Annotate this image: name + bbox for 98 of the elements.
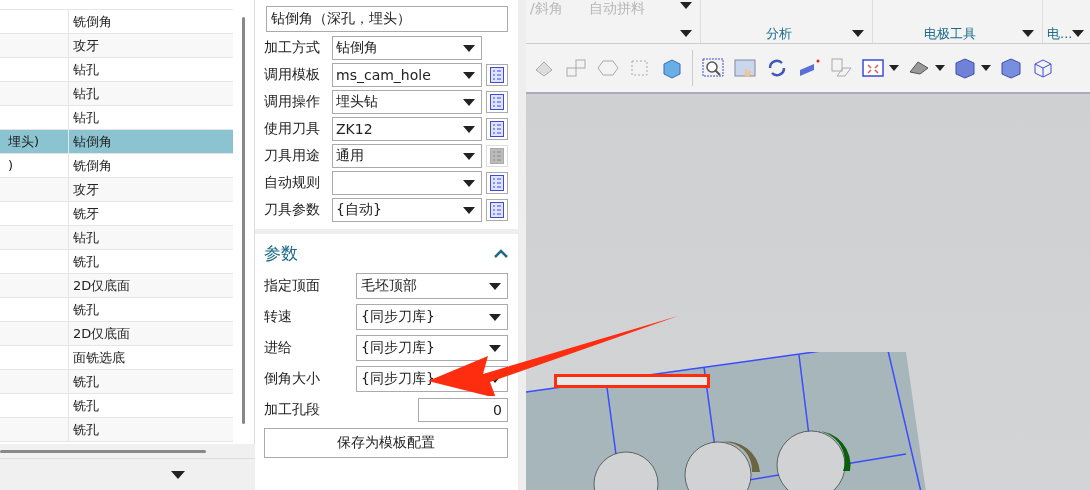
dropdown-field[interactable]: 钻倒角 bbox=[332, 36, 482, 60]
caret-icon bbox=[463, 179, 475, 187]
caret-icon[interactable] bbox=[935, 65, 945, 71]
field-label: 倒角大小 bbox=[264, 370, 320, 388]
caret-icon bbox=[463, 98, 475, 106]
caret-icon[interactable] bbox=[680, 2, 692, 9]
table-cell: 铣倒角 bbox=[73, 12, 112, 31]
name-field[interactable]: 钻倒角（深孔，埋头） bbox=[266, 6, 508, 32]
field-label: 调用操作 bbox=[264, 93, 321, 111]
ribbon-group-label: 分析 bbox=[765, 24, 792, 43]
field-label: 进给 bbox=[264, 339, 292, 357]
table-cell: 攻牙 bbox=[73, 180, 99, 199]
table-row[interactable]: ) 铣倒角 bbox=[0, 154, 233, 178]
table-cell: 钻孔 bbox=[73, 108, 99, 127]
list-button[interactable] bbox=[486, 199, 508, 221]
caret-icon bbox=[463, 152, 475, 160]
table-cell: 钻孔 bbox=[73, 60, 99, 79]
dropdown-field[interactable]: ms_cam_hole bbox=[332, 63, 482, 87]
caret-icon bbox=[463, 44, 475, 52]
dropdown-field[interactable] bbox=[332, 171, 482, 195]
table-row[interactable]: 铣孔 bbox=[0, 370, 233, 394]
dropdown-field[interactable]: ZK12 bbox=[332, 117, 482, 141]
table-cell: 2D仅底面 bbox=[73, 276, 131, 295]
caret-icon[interactable] bbox=[852, 30, 864, 37]
field-label: 使用刀具 bbox=[264, 120, 321, 138]
table-row[interactable]: 铣孔 bbox=[0, 250, 233, 274]
scrollbar-thumb[interactable] bbox=[242, 17, 245, 424]
number-field[interactable]: 0 bbox=[418, 398, 508, 422]
table-row[interactable]: 攻牙 bbox=[0, 178, 233, 202]
section-title: 参数 bbox=[264, 241, 298, 265]
table-row[interactable]: 2D仅底面 bbox=[0, 274, 233, 298]
table-row[interactable]: 埋头) 钻倒角 bbox=[0, 130, 233, 154]
table-cell: 钻倒角 bbox=[73, 132, 112, 151]
caret-icon[interactable] bbox=[981, 65, 991, 71]
save-template-button[interactable]: 保存为模板配置 bbox=[264, 428, 508, 458]
table-row[interactable]: 钻孔 bbox=[0, 226, 233, 250]
field-label: 指定顶面 bbox=[264, 277, 320, 295]
field-label: 调用模板 bbox=[264, 66, 321, 84]
table-row[interactable]: 铣孔 bbox=[0, 298, 233, 322]
caret-icon[interactable] bbox=[170, 470, 185, 479]
table-row[interactable]: 铣倒角 bbox=[0, 10, 233, 34]
caret-icon bbox=[463, 125, 475, 133]
caret-icon[interactable] bbox=[1072, 30, 1085, 37]
table-cell: 埋头) bbox=[8, 132, 40, 151]
table-row[interactable]: 铣牙 bbox=[0, 202, 233, 226]
table-row[interactable]: 铣孔 bbox=[0, 394, 233, 418]
list-button[interactable] bbox=[486, 118, 508, 140]
table-row[interactable]: 面铣选底 bbox=[0, 346, 233, 370]
dropdown-field[interactable]: 通用 bbox=[332, 144, 482, 168]
table-row[interactable]: 铣孔 bbox=[0, 418, 233, 442]
list-button[interactable] bbox=[486, 64, 508, 86]
table-row[interactable]: 钻孔 bbox=[0, 82, 233, 106]
table-cell: 铣孔 bbox=[73, 420, 99, 439]
dropdown-field[interactable]: {同步刀库} bbox=[356, 304, 508, 330]
caret-icon[interactable] bbox=[1022, 30, 1034, 37]
caret-icon bbox=[489, 344, 501, 352]
dropdown-field[interactable]: 埋头钻 bbox=[332, 90, 482, 114]
scrollbar-thumb[interactable] bbox=[0, 449, 206, 453]
caret-icon bbox=[489, 282, 501, 290]
table-row[interactable]: 钻孔 bbox=[0, 58, 233, 82]
table-cell: 2D仅底面 bbox=[73, 324, 131, 343]
cube-icon[interactable] bbox=[999, 56, 1023, 80]
table-row[interactable]: 钻孔 bbox=[0, 106, 233, 130]
list-button[interactable] bbox=[486, 91, 508, 113]
dropdown-field[interactable]: 毛坯顶部 bbox=[356, 273, 508, 299]
ribbon-group-label: 电... bbox=[1047, 24, 1073, 43]
field-label: 自动规则 bbox=[264, 174, 321, 192]
table-cell: ) bbox=[8, 158, 14, 173]
field-label: 加工方式 bbox=[264, 39, 321, 57]
table-cell: 钻孔 bbox=[73, 84, 99, 103]
caret-icon bbox=[463, 206, 475, 214]
caret-icon bbox=[463, 71, 475, 79]
list-button[interactable] bbox=[486, 172, 508, 194]
caret-icon[interactable] bbox=[680, 30, 692, 37]
caret-icon[interactable] bbox=[889, 65, 899, 71]
table-cell: 钻孔 bbox=[73, 228, 99, 247]
table-cell: 铣牙 bbox=[73, 204, 99, 223]
table-cell: 铣孔 bbox=[73, 300, 99, 319]
table-row[interactable]: 攻牙 bbox=[0, 34, 233, 58]
table-cell: 铣孔 bbox=[73, 252, 99, 271]
dropdown-field[interactable]: {自动} bbox=[332, 198, 482, 222]
field-label: 转速 bbox=[264, 308, 292, 326]
table-cell: 铣孔 bbox=[73, 396, 99, 415]
zoom-window-icon[interactable] bbox=[701, 56, 725, 80]
dropdown-field[interactable]: {同步刀库} bbox=[356, 335, 508, 361]
table-cell: 铣倒角 bbox=[73, 156, 112, 175]
field-label: 加工孔段 bbox=[264, 401, 320, 419]
table-cell: 铣孔 bbox=[73, 372, 99, 391]
table-cell: 攻牙 bbox=[73, 36, 99, 55]
collapse-icon[interactable] bbox=[494, 248, 508, 258]
table-row[interactable]: 2D仅底面 bbox=[0, 322, 233, 346]
shaded-cube-icon[interactable] bbox=[953, 56, 977, 80]
ribbon-group-label: 电极工具 bbox=[923, 24, 976, 43]
table-cell: 面铣选底 bbox=[73, 348, 125, 367]
fit-view-icon[interactable] bbox=[861, 56, 885, 80]
field-label: 刀具用途 bbox=[264, 147, 321, 165]
field-label: 刀具参数 bbox=[264, 201, 321, 219]
caret-icon bbox=[489, 313, 501, 321]
